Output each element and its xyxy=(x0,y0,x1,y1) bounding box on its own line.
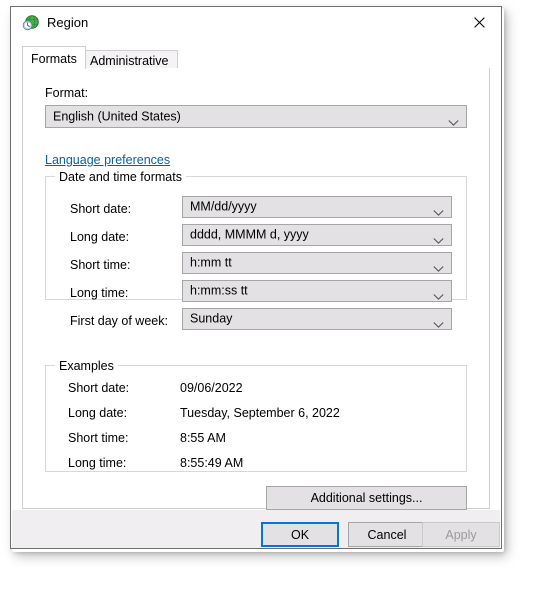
close-button[interactable] xyxy=(457,7,501,37)
short-time-combobox[interactable]: h:mm tt xyxy=(182,252,452,274)
short-time-label: Short time: xyxy=(70,258,131,272)
ok-button[interactable]: OK xyxy=(261,522,339,547)
long-date-combobox[interactable]: dddd, MMMM d, yyyy xyxy=(182,224,452,246)
first-day-of-week-label: First day of week: xyxy=(70,314,168,328)
tab-strip: Formats Administrative xyxy=(22,45,490,69)
date-time-formats-legend: Date and time formats xyxy=(55,169,186,185)
long-date-label: Long date: xyxy=(70,230,130,244)
chevron-down-icon xyxy=(433,316,444,328)
format-label: Format: xyxy=(45,86,89,100)
long-date-value: dddd, MMMM d, yyyy xyxy=(190,227,309,242)
chevron-down-icon xyxy=(433,204,444,216)
short-date-value: MM/dd/yyyy xyxy=(190,199,257,214)
tab-administrative[interactable]: Administrative xyxy=(81,50,178,69)
tab-formats[interactable]: Formats xyxy=(22,46,86,69)
first-day-of-week-value: Sunday xyxy=(190,311,233,326)
long-time-value: h:mm:ss tt xyxy=(190,283,248,298)
screen: Region Formats Administrative Format: En… xyxy=(0,0,533,589)
chevron-down-icon xyxy=(448,113,459,126)
example-short-date-value: 09/06/2022 xyxy=(180,381,243,395)
example-short-time-value: 8:55 AM xyxy=(180,431,226,445)
chevron-down-icon xyxy=(433,288,444,300)
example-long-date-label: Long date: xyxy=(68,406,128,420)
short-date-combobox[interactable]: MM/dd/yyyy xyxy=(182,196,452,218)
long-time-label: Long time: xyxy=(70,286,129,300)
cancel-button[interactable]: Cancel xyxy=(348,522,426,547)
tab-administrative-label: Administrative xyxy=(90,54,169,68)
example-short-time-label: Short time: xyxy=(68,431,129,445)
additional-settings-button[interactable]: Additional settings... xyxy=(266,486,467,510)
chevron-down-icon xyxy=(433,260,444,272)
examples-legend: Examples xyxy=(55,358,118,374)
long-time-combobox[interactable]: h:mm:ss tt xyxy=(182,280,452,302)
dialog-footer: OK Cancel Apply xyxy=(12,510,500,548)
date-time-formats-group: Date and time formats Short date: MM/dd/… xyxy=(45,169,467,330)
tab-formats-label: Formats xyxy=(31,52,77,66)
format-combobox-value: English (United States) xyxy=(53,109,181,123)
example-long-time-value: 8:55:49 AM xyxy=(180,456,244,470)
example-short-date-label: Short date: xyxy=(68,381,130,395)
format-combobox[interactable]: English (United States) xyxy=(45,105,467,128)
example-long-time-label: Long time: xyxy=(68,456,127,470)
region-globe-clock-icon xyxy=(22,14,40,32)
formats-tab-panel: Format: English (United States) Language… xyxy=(22,68,490,510)
window-title: Region xyxy=(47,15,89,30)
title-bar: Region xyxy=(11,7,501,39)
example-long-date-value: Tuesday, September 6, 2022 xyxy=(180,406,340,420)
short-time-value: h:mm tt xyxy=(190,255,232,270)
examples-group: Examples Short date: 09/06/2022 Long dat… xyxy=(45,358,467,472)
first-day-of-week-combobox[interactable]: Sunday xyxy=(182,308,452,330)
language-preferences-link[interactable]: Language preferences xyxy=(45,152,170,168)
apply-button: Apply xyxy=(422,522,500,547)
chevron-down-icon xyxy=(433,232,444,244)
short-date-label: Short date: xyxy=(70,202,132,216)
region-dialog-window: Region Formats Administrative Format: En… xyxy=(10,6,502,549)
